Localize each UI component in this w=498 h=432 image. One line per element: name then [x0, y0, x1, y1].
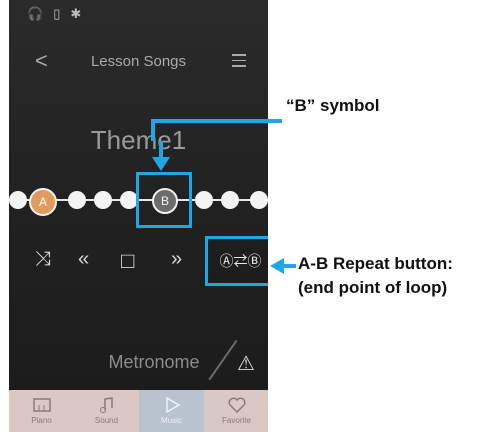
- marker-a[interactable]: A: [29, 188, 57, 216]
- tab-label: Favorite: [222, 416, 251, 425]
- tab-label: Music: [161, 416, 182, 425]
- tab-music[interactable]: Music: [139, 390, 204, 432]
- tab-label: Piano: [31, 416, 52, 425]
- song-title: Theme1: [90, 125, 187, 155]
- metronome-button[interactable]: ⚠: [237, 351, 255, 376]
- arrow-down-icon: [152, 141, 170, 171]
- phone-icon: ▯: [53, 6, 61, 21]
- tab-label: Sound: [94, 416, 119, 425]
- stop-icon[interactable]: □: [121, 248, 134, 274]
- ab-repeat-button[interactable]: Ⓐ⇄Ⓑ: [208, 239, 268, 283]
- music-note-icon: [99, 397, 113, 413]
- nav-bar: < Lesson Songs: [9, 44, 268, 78]
- menu-icon[interactable]: [232, 54, 246, 71]
- nav-title: Lesson Songs: [90, 53, 187, 70]
- ab-repeat-sublabel: (end point of loop): [298, 278, 448, 297]
- ab-repeat-callout: Ⓐ⇄Ⓑ: [205, 236, 268, 286]
- progress-dot[interactable]: [221, 191, 239, 209]
- play-icon: [165, 396, 180, 414]
- progress-dot[interactable]: [9, 191, 27, 209]
- heart-icon: [228, 397, 245, 414]
- forward-icon[interactable]: »: [171, 248, 182, 271]
- app-screen: 🎧 ▯ ✱ < Lesson Songs Theme1 A B ⤨ « □ » …: [9, 0, 268, 432]
- tab-piano[interactable]: Piano: [9, 390, 74, 432]
- progress-dot[interactable]: [94, 191, 112, 209]
- progress-dot[interactable]: [250, 191, 268, 209]
- bluetooth-icon: ✱: [70, 6, 82, 21]
- ab-repeat-label: A-B Repeat button:: [298, 254, 453, 273]
- rewind-icon[interactable]: «: [78, 248, 89, 271]
- tab-sound[interactable]: Sound: [74, 390, 139, 432]
- marker-b[interactable]: B: [152, 188, 178, 214]
- tab-bar: Piano Sound Music Favorite: [9, 390, 268, 432]
- shuffle-icon[interactable]: ⤨: [35, 248, 51, 271]
- progress-dot[interactable]: [68, 191, 86, 209]
- piano-icon: [32, 398, 51, 412]
- b-symbol-callout: B: [136, 172, 192, 228]
- metronome-label: Metronome: [108, 352, 200, 372]
- tab-favorite[interactable]: Favorite: [204, 390, 268, 432]
- progress-dot[interactable]: [195, 191, 213, 209]
- ab-repeat-icon: Ⓐ⇄Ⓑ: [219, 253, 262, 269]
- status-bar: 🎧 ▯ ✱: [27, 6, 81, 22]
- b-symbol-label: “B” symbol: [286, 96, 380, 115]
- headphones-icon: 🎧: [27, 6, 44, 21]
